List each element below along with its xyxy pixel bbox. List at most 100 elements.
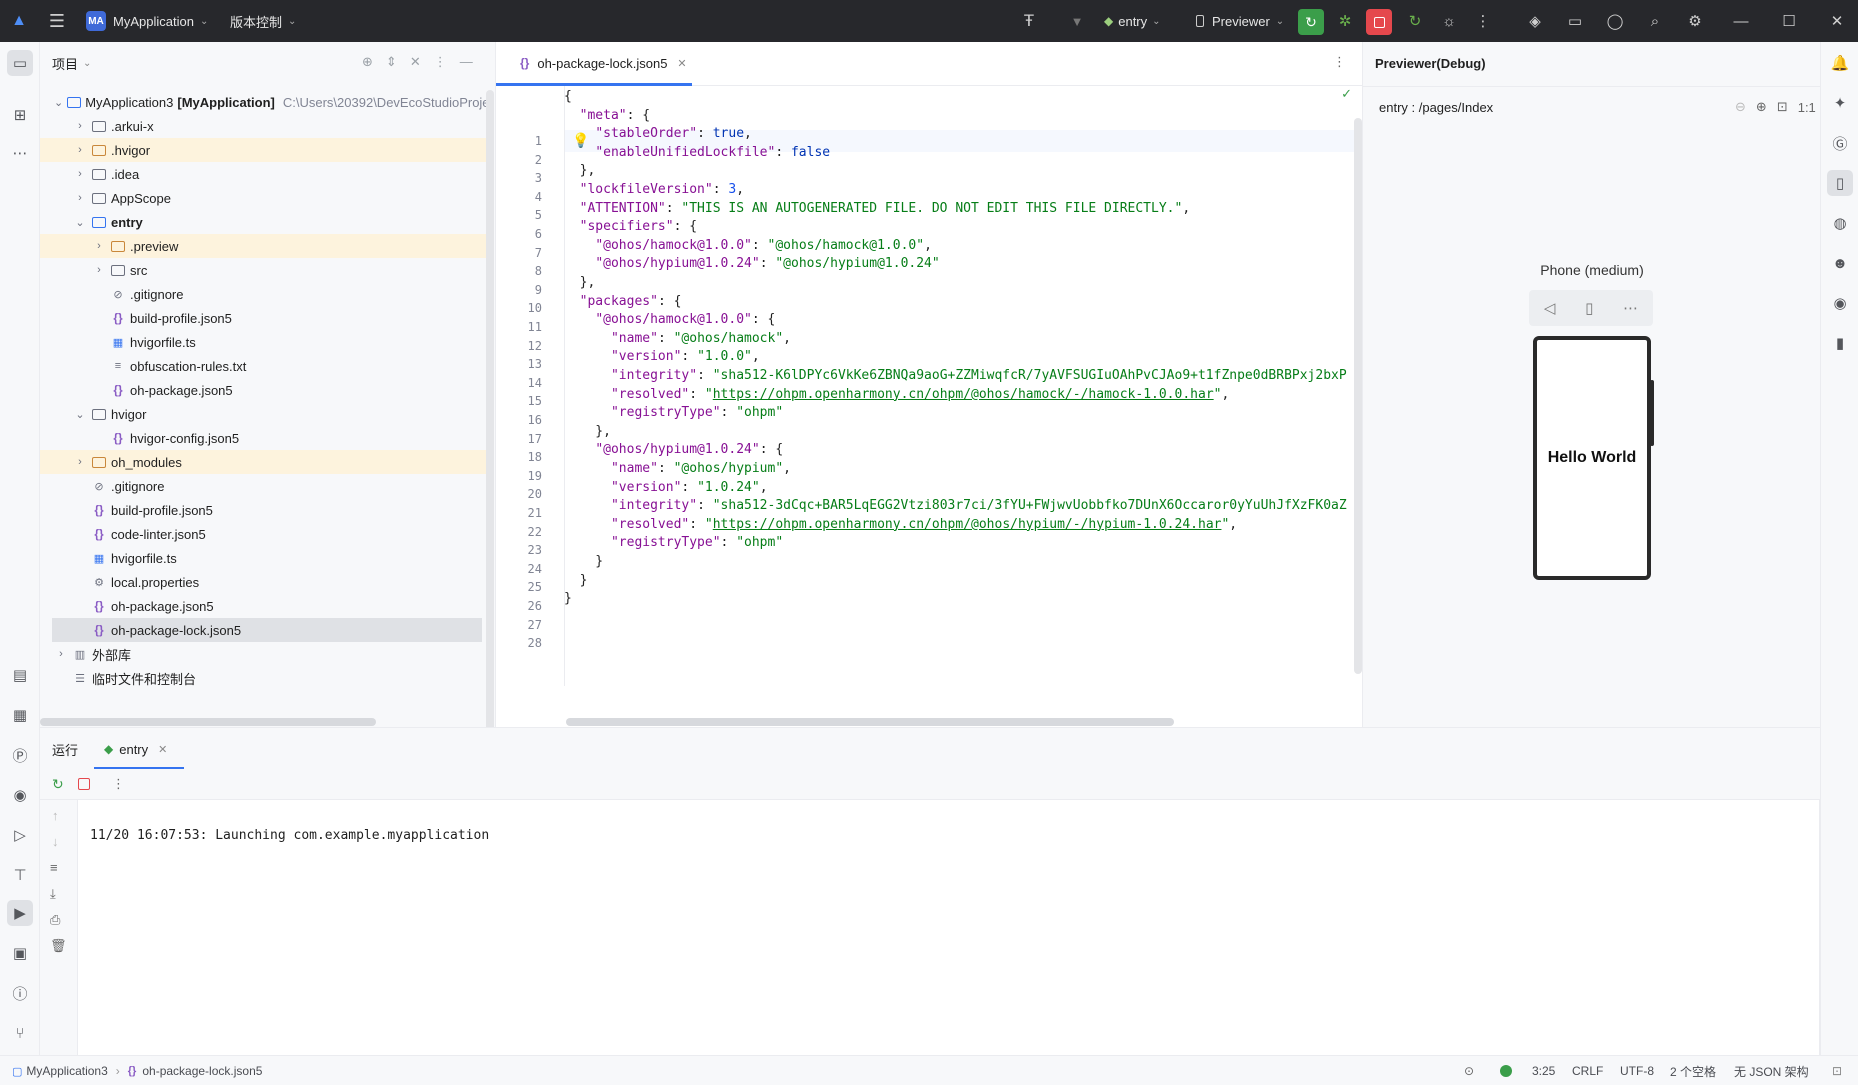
plugin-icon[interactable]: ◈ — [1524, 10, 1546, 32]
more-vertical-icon[interactable]: ⋮ — [112, 776, 125, 792]
tree-item[interactable]: ⌄ entry — [40, 210, 488, 234]
table-icon[interactable]: ▦ — [7, 702, 33, 728]
back-icon[interactable]: ◁ — [1544, 299, 1556, 317]
tree-item[interactable]: › AppScope — [40, 186, 488, 210]
scroll-to-end-icon[interactable]: ⤓ — [50, 886, 56, 902]
tree-item[interactable]: {} build-profile.json5 — [40, 306, 488, 330]
tree-item[interactable]: ☰ 临时文件和控制台 — [40, 666, 488, 690]
inspector-icon[interactable]: ◉ — [7, 782, 33, 808]
print-icon[interactable]: ⎙ — [50, 912, 60, 928]
more-vertical-icon[interactable]: ⋮ — [1472, 10, 1494, 32]
tree-vertical-scrollbar[interactable] — [486, 90, 494, 770]
tree-item[interactable]: {} build-profile.json5 — [40, 498, 488, 522]
code-link[interactable]: https://ohpm.openharmony.cn/ohpm/@ohos/h… — [713, 387, 1214, 402]
tree-horizontal-scrollbar[interactable] — [40, 718, 376, 726]
tab-oh-package-lock[interactable]: {} oh-package-lock.json5 ✕ — [506, 42, 701, 84]
rerun-icon[interactable]: ↻ — [52, 776, 64, 793]
codegenie-icon[interactable]: Ⓖ — [1827, 130, 1853, 156]
close-window-icon[interactable]: ✕ — [1826, 10, 1848, 32]
hide-panel-icon[interactable]: — — [460, 54, 486, 69]
eye-icon[interactable]: ◉ — [1827, 290, 1853, 316]
main-menu-icon[interactable]: ☰ — [46, 10, 68, 32]
structure-icon[interactable]: ⊞ — [7, 102, 33, 128]
tree-item[interactable]: ⚙ local.properties — [40, 570, 488, 594]
services-icon[interactable]: ▷ — [7, 822, 33, 848]
rotate-icon[interactable]: ▯ — [1585, 299, 1593, 317]
code-area[interactable]: 💡 ✓ 1 2 3 4 5 6 7 8 9 10 11 12 13 14 15 16 17 18 19 20 21 22 2… — [496, 86, 1362, 686]
console-output[interactable]: 11/20 16:07:53: Launching com.example.my… — [90, 828, 489, 843]
tree-item[interactable]: ⊘ .gitignore — [40, 282, 488, 306]
collapse-all-icon[interactable]: ✕ — [410, 54, 434, 69]
project-folder-icon[interactable]: ▭ — [7, 50, 33, 76]
tree-item[interactable]: {} oh-package-lock.json5 — [52, 618, 482, 642]
tree-item[interactable]: ▦ hvigorfile.ts — [40, 546, 488, 570]
device-selector[interactable]: Previewer ⌄ — [1196, 0, 1284, 42]
cursor-position[interactable]: 3:25 — [1532, 1056, 1555, 1086]
notifications-bell-icon[interactable]: 🔔 — [1827, 50, 1853, 76]
editor-vertical-scrollbar[interactable] — [1354, 118, 1362, 674]
file-encoding[interactable]: UTF-8 — [1620, 1056, 1654, 1086]
run-tab-entry[interactable]: ◆ entry ✕ — [94, 728, 177, 770]
phone-frame[interactable]: Hello World — [1533, 336, 1651, 580]
search-icon[interactable]: ⌕ — [1644, 10, 1666, 32]
tree-item[interactable]: ▦ hvigorfile.ts — [40, 330, 488, 354]
tree-item[interactable]: › oh_modules — [40, 450, 488, 474]
hammer-icon[interactable]: ▼ — [1066, 10, 1088, 32]
build-icon[interactable]: ⊤ — [7, 862, 33, 888]
editor-horizontal-scrollbar[interactable] — [566, 718, 1174, 726]
project-switcher[interactable]: MA MyApplication ⌄ — [86, 0, 208, 42]
tree-item[interactable]: {} oh-package.json5 — [40, 378, 488, 402]
terminal-icon[interactable]: ▣ — [7, 940, 33, 966]
settings-gear-icon[interactable]: ⚙ — [1684, 10, 1706, 32]
minimize-icon[interactable]: — — [1730, 10, 1752, 32]
zoom-ratio[interactable]: 1:1 — [1798, 100, 1816, 115]
tree-item[interactable]: › ▥ 外部库 — [40, 642, 488, 666]
tree-root[interactable]: ⌄ MyApplication3 [MyApplication] C:\User… — [40, 90, 490, 114]
todo-icon[interactable]: ▤ — [7, 662, 33, 688]
run-config-selector[interactable]: ◆ entry ⌄ — [1104, 0, 1161, 42]
globe-icon[interactable]: ◍ — [1827, 210, 1853, 236]
json-schema[interactable]: 无 JSON 架构 — [1734, 1056, 1809, 1086]
tree-item[interactable]: › src — [40, 258, 488, 282]
options-icon[interactable]: ⋮ — [434, 54, 460, 69]
vcs-menu[interactable]: 版本控制 ⌄ — [230, 0, 296, 42]
bug-icon[interactable]: ☼ — [1438, 10, 1460, 32]
soft-wrap-icon[interactable]: ≡ — [50, 860, 58, 875]
close-tab-icon[interactable]: ✕ — [677, 57, 686, 70]
tree-item[interactable]: ⌄ hvigor — [40, 402, 488, 426]
device-manager-icon[interactable]: ▭ — [1564, 10, 1586, 32]
git-status-icon[interactable]: ⊙ — [1464, 1056, 1474, 1086]
line-separator[interactable]: CRLF — [1572, 1056, 1603, 1086]
tree-item[interactable]: ⊘ .gitignore — [40, 474, 488, 498]
tree-item[interactable]: {} hvigor-config.json5 — [40, 426, 488, 450]
problems-icon[interactable]: ⓘ — [7, 980, 33, 1006]
more-horizontal-icon[interactable]: ⋯ — [1623, 299, 1638, 317]
tab-options-icon[interactable]: ⋮ — [1333, 54, 1346, 70]
breadcrumb-file[interactable]: oh-package-lock.json5 — [142, 1064, 262, 1078]
tree-item[interactable]: › .preview — [40, 234, 488, 258]
project-panel-header[interactable]: 项目 ⌄ — [52, 54, 91, 73]
deveco-logo-icon[interactable]: ▲ — [8, 10, 30, 32]
maximize-icon[interactable]: ☐ — [1778, 10, 1800, 32]
rerun-button[interactable]: ↻ — [1298, 9, 1324, 35]
close-tab-icon[interactable]: ✕ — [158, 743, 167, 756]
code-link[interactable]: https://ohpm.openharmony.cn/ohpm/@ohos/h… — [713, 517, 1222, 532]
route-selector[interactable]: entry : /pages/Index — [1379, 92, 1493, 122]
lock-icon[interactable]: ⊡ — [1832, 1056, 1842, 1086]
profiler-icon[interactable]: Ⓟ — [7, 742, 33, 768]
arrow-up-icon[interactable]: ↑ — [52, 808, 59, 823]
stop-button[interactable] — [1366, 9, 1392, 35]
account-icon[interactable]: ◯ — [1604, 10, 1626, 32]
text-format-icon[interactable]: Ŧ — [1018, 10, 1040, 32]
stop-icon[interactable] — [78, 778, 90, 790]
expand-all-icon[interactable]: ⇕ — [386, 54, 410, 69]
tree-item[interactable]: › .arkui-x — [40, 114, 488, 138]
tree-item[interactable]: › .idea — [40, 162, 488, 186]
tree-item[interactable]: › .hvigor — [40, 138, 488, 162]
previewer-tool-icon[interactable]: ▯ — [1827, 170, 1853, 196]
device-icon[interactable]: ▮ — [1827, 330, 1853, 356]
more-horizontal-icon[interactable]: ⋯ — [7, 140, 33, 166]
robot-icon[interactable]: ☻ — [1827, 250, 1853, 276]
tree-item[interactable]: {} oh-package.json5 — [40, 594, 488, 618]
arrow-down-icon[interactable]: ↓ — [52, 834, 59, 849]
